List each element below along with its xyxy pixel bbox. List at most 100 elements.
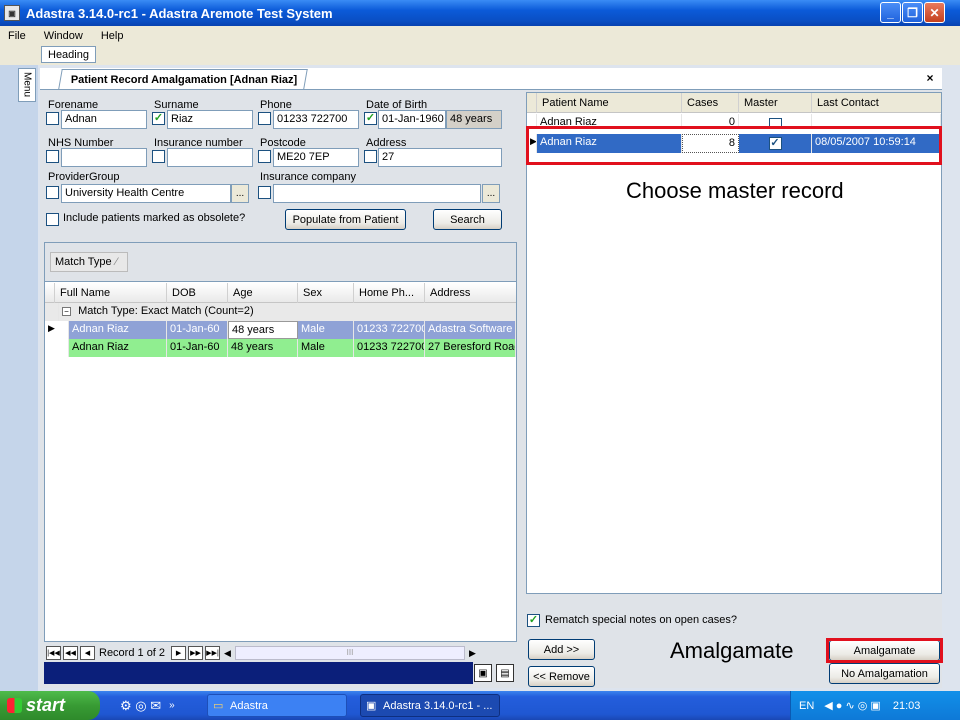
language-indicator[interactable]: EN: [799, 700, 814, 712]
insurance-number-field[interactable]: [167, 148, 253, 167]
address-checkbox[interactable]: [364, 150, 377, 163]
sort-icon: ⁄: [115, 256, 118, 268]
prev-record-icon[interactable]: ◀: [80, 646, 95, 660]
save-icon[interactable]: ▣: [474, 664, 492, 682]
selected-header-row: Patient Name Cases Master Last Contact: [527, 93, 941, 113]
surname-field[interactable]: Riaz: [167, 110, 253, 129]
menu-file[interactable]: File: [8, 30, 26, 42]
first-record-icon[interactable]: |◀◀: [46, 646, 61, 660]
scroll-right-icon[interactable]: ▶: [469, 648, 476, 659]
menu-help[interactable]: Help: [101, 30, 124, 42]
search-button[interactable]: Search: [433, 209, 502, 230]
status-strip: [44, 662, 473, 684]
group-chip-label: Match Type: [55, 256, 112, 268]
close-tab-icon[interactable]: ×: [921, 70, 939, 86]
include-obsolete-label: Include patients marked as obsolete?: [63, 212, 246, 224]
last-record-icon[interactable]: ▶▶|: [205, 646, 221, 660]
rematch-checkbox[interactable]: ✓: [527, 614, 540, 627]
surname-checkbox[interactable]: ✓: [152, 112, 165, 125]
results-header-row: Full Name DOB Age Sex Home Ph... Address: [45, 283, 516, 303]
close-button[interactable]: ✕: [924, 2, 945, 23]
selected-patients-grid: [526, 92, 942, 594]
horizontal-scrollbar[interactable]: III: [234, 646, 465, 660]
table-row[interactable]: ▶ Adnan Riaz 01-Jan-60 48 years Male 012…: [45, 321, 516, 339]
insurance-company-label: Insurance company: [260, 171, 356, 183]
col-dob[interactable]: DOB: [167, 283, 228, 303]
row-indicator-header: [45, 283, 55, 303]
provider-group-field[interactable]: University Health Centre: [61, 184, 231, 203]
add-button[interactable]: Add >>: [528, 639, 595, 660]
col-patient-name[interactable]: Patient Name: [537, 93, 682, 113]
dob-field[interactable]: 01-Jan-1960: [378, 110, 446, 129]
windows-logo-icon: [7, 698, 22, 713]
taskbar-item-adastra-app[interactable]: ▣ Adastra 3.14.0-rc1 - ...: [360, 694, 500, 717]
start-button[interactable]: start: [0, 691, 100, 720]
minimize-button[interactable]: _: [880, 2, 901, 23]
nhs-field[interactable]: [61, 148, 147, 167]
col-last-contact[interactable]: Last Contact: [812, 93, 941, 113]
prev-page-icon[interactable]: ◀◀: [63, 646, 78, 660]
row-pointer-icon: ▶: [45, 321, 69, 339]
col-age[interactable]: Age: [228, 283, 298, 303]
system-tray: EN ◀ ● ∿ ◎ ▣ 21:03: [790, 691, 960, 720]
scroll-left-icon[interactable]: ◀: [224, 648, 231, 659]
collapse-icon[interactable]: −: [62, 307, 71, 316]
menu-window[interactable]: Window: [44, 30, 83, 42]
insurance-number-checkbox[interactable]: [152, 150, 165, 163]
phone-checkbox[interactable]: [258, 112, 271, 125]
amalgamate-annotation: Amalgamate: [670, 638, 794, 663]
next-page-icon[interactable]: ▶▶: [188, 646, 204, 660]
record-count: Record 1 of 2: [99, 647, 166, 659]
folder-icon: ▭: [213, 700, 224, 712]
layout-icon[interactable]: ▤: [496, 664, 514, 682]
next-record-icon[interactable]: ▶: [171, 646, 187, 660]
title-bar: ▣ Adastra 3.14.0-rc1 - Adastra Aremote T…: [0, 0, 960, 26]
col-full-name[interactable]: Full Name: [55, 283, 167, 303]
clock: 21:03: [892, 699, 921, 712]
dob-checkbox[interactable]: ✓: [364, 112, 377, 125]
side-strip: [0, 65, 38, 691]
col-sex[interactable]: Sex: [298, 283, 354, 303]
forename-field[interactable]: Adnan: [61, 110, 147, 129]
tab-title: Patient Record Amalgamation [Adnan Riaz]: [70, 73, 298, 86]
remove-button[interactable]: << Remove: [528, 666, 595, 687]
tab-patient-record-amalgamation[interactable]: Patient Record Amalgamation [Adnan Riaz]: [58, 69, 309, 89]
quick-launch-icon[interactable]: ⚙ ◎ ✉: [120, 698, 161, 714]
no-amalgamation-button[interactable]: No Amalgamation: [829, 663, 940, 684]
populate-from-patient-button[interactable]: Populate from Patient: [285, 209, 406, 230]
col-cases[interactable]: Cases: [682, 93, 739, 113]
postcode-field[interactable]: ME20 7EP: [273, 148, 359, 167]
table-row[interactable]: Adnan Riaz 01-Jan-60 48 years Male 01233…: [45, 339, 516, 357]
app-icon: ▣: [4, 5, 20, 21]
side-menu-tab[interactable]: Menu: [18, 68, 36, 102]
address-field[interactable]: 27: [378, 148, 502, 167]
toolbar: [0, 45, 960, 65]
app-icon: ▣: [366, 700, 377, 712]
provider-group-browse-button[interactable]: ...: [231, 184, 249, 203]
start-label: start: [26, 695, 66, 715]
taskbar-item-adastra-folder[interactable]: ▭ Adastra: [207, 694, 347, 717]
insurance-company-field[interactable]: [273, 184, 481, 203]
postcode-checkbox[interactable]: [258, 150, 271, 163]
insurance-company-browse-button[interactable]: ...: [482, 184, 500, 203]
include-obsolete-checkbox[interactable]: [46, 213, 59, 226]
forename-checkbox[interactable]: [46, 112, 59, 125]
rematch-label: Rematch special notes on open cases?: [545, 614, 738, 626]
group-row[interactable]: − Match Type: Exact Match (Count=2): [45, 303, 516, 321]
overflow-chevron-icon[interactable]: »: [169, 700, 175, 711]
col-address[interactable]: Address: [425, 283, 516, 303]
provider-group-checkbox[interactable]: [46, 186, 59, 199]
restore-button[interactable]: ❐: [902, 2, 923, 23]
col-home-phone[interactable]: Home Ph...: [354, 283, 425, 303]
provider-group-label: ProviderGroup: [48, 171, 120, 183]
age-field: 48 years: [446, 110, 502, 129]
nhs-checkbox[interactable]: [46, 150, 59, 163]
record-navigator: |◀◀ ◀◀ ◀ Record 1 of 2 ▶ ▶▶ ▶▶| ◀ III ▶: [44, 644, 517, 662]
window-title: Adastra 3.14.0-rc1 - Adastra Aremote Tes…: [26, 5, 333, 21]
phone-field[interactable]: 01233 722700: [273, 110, 359, 129]
group-chip-match-type[interactable]: Match Type ⁄: [50, 252, 128, 272]
col-master[interactable]: Master: [739, 93, 812, 113]
insurance-company-checkbox[interactable]: [258, 186, 271, 199]
tray-icons[interactable]: ◀ ● ∿ ◎ ▣: [824, 699, 881, 712]
heading-button[interactable]: Heading: [41, 46, 96, 63]
